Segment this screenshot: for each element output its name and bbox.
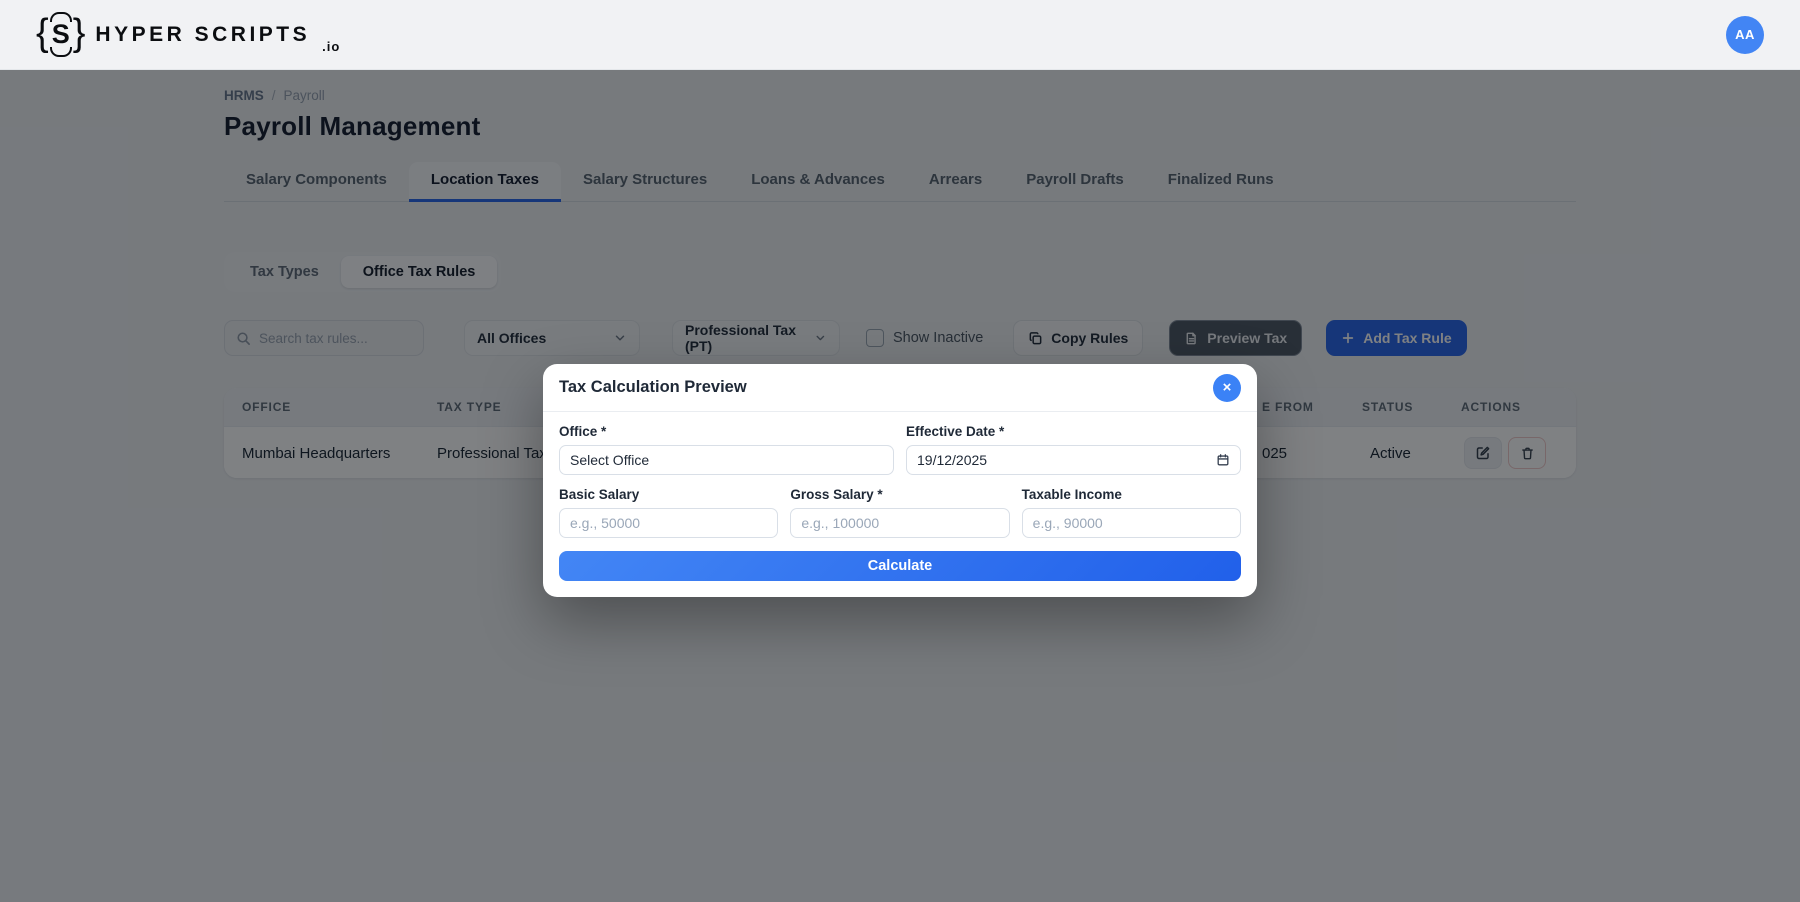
effective-date-input[interactable]: 19/12/2025: [906, 445, 1241, 475]
effective-date-field-group: Effective Date * 19/12/2025: [906, 424, 1241, 475]
gross-salary-label: Gross Salary *: [790, 487, 1009, 502]
app-root: {S} HYPER SCRIPTS .io AA HRMS / Payroll …: [0, 0, 1800, 902]
office-field-group: Office * Select Office: [559, 424, 894, 475]
modal-title: Tax Calculation Preview: [559, 378, 747, 397]
basic-salary-input[interactable]: [559, 508, 778, 538]
top-header: {S} HYPER SCRIPTS .io AA: [0, 0, 1800, 70]
office-select-value: Select Office: [570, 452, 649, 468]
user-avatar[interactable]: AA: [1726, 16, 1764, 54]
brand-suffix: .io: [322, 39, 340, 54]
basic-salary-label: Basic Salary: [559, 487, 778, 502]
brand-name: HYPER SCRIPTS: [95, 23, 310, 47]
calculate-button[interactable]: Calculate: [559, 551, 1241, 581]
modal-header: Tax Calculation Preview ×: [543, 364, 1257, 412]
effective-date-label: Effective Date *: [906, 424, 1241, 439]
basic-salary-field-group: Basic Salary: [559, 487, 778, 538]
calendar-icon: [1216, 453, 1230, 467]
taxable-income-input[interactable]: [1022, 508, 1241, 538]
modal-body: Office * Select Office Effective Date * …: [543, 412, 1257, 597]
tax-calculation-preview-modal: Tax Calculation Preview × Office * Selec…: [543, 364, 1257, 597]
office-label: Office *: [559, 424, 894, 439]
taxable-income-label: Taxable Income: [1022, 487, 1241, 502]
gross-salary-input[interactable]: [790, 508, 1009, 538]
close-icon[interactable]: ×: [1213, 374, 1241, 402]
office-select[interactable]: Select Office: [559, 445, 894, 475]
brand-emblem-icon: {S}: [36, 16, 85, 54]
brand-logo: {S} HYPER SCRIPTS .io: [36, 16, 340, 54]
gross-salary-field-group: Gross Salary *: [790, 487, 1009, 538]
effective-date-value: 19/12/2025: [917, 452, 987, 468]
taxable-income-field-group: Taxable Income: [1022, 487, 1241, 538]
